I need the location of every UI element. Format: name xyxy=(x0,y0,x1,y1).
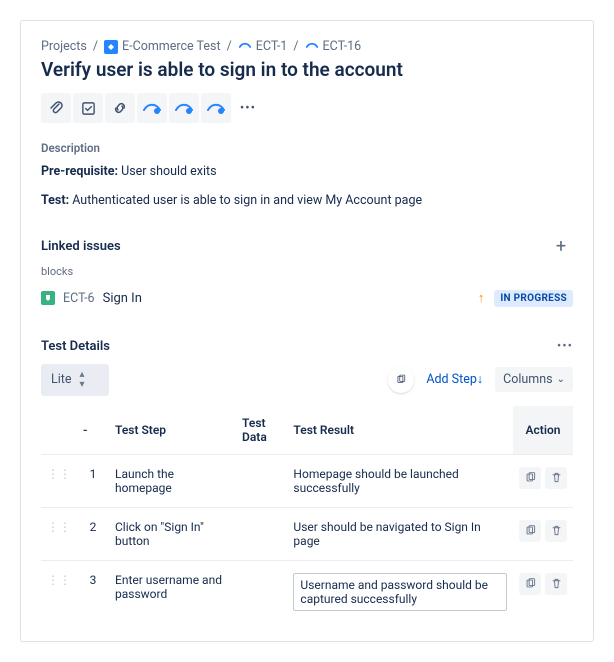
zephyr-action-1-button[interactable] xyxy=(137,93,167,123)
attach-button[interactable] xyxy=(41,93,71,123)
data-cell[interactable] xyxy=(236,454,287,507)
page-title[interactable]: Verify user is able to sign in to the ac… xyxy=(41,58,573,81)
copy-step-button[interactable] xyxy=(519,520,541,542)
copy-step-button[interactable] xyxy=(519,573,541,595)
select-caret-icon: ▴▾ xyxy=(80,370,85,390)
zephyr-action-2-button[interactable] xyxy=(169,93,199,123)
issue-actions-toolbar: ••• xyxy=(41,93,573,123)
zephyr-action-3-button[interactable] xyxy=(201,93,231,123)
step-number: 3 xyxy=(77,560,109,623)
create-subtask-button[interactable] xyxy=(73,93,103,123)
step-cell[interactable]: Enter username and password xyxy=(109,560,236,623)
delete-step-button[interactable] xyxy=(545,467,567,489)
test-details-more-button[interactable]: ••• xyxy=(557,339,573,354)
copy-steps-button[interactable] xyxy=(388,367,414,393)
add-link-button[interactable]: + xyxy=(549,235,573,259)
step-cell[interactable]: Click on "Sign In" button xyxy=(109,507,236,560)
prereq-text: User should exits xyxy=(121,164,216,179)
drag-handle-icon[interactable]: ⋮⋮ xyxy=(47,467,71,481)
test-details-controls: Lite ▴▾ Add Step↓ Columns ⌄ xyxy=(41,364,573,396)
breadcrumb: Projects / E-Commerce Test / ECT-1 / ECT… xyxy=(41,39,573,54)
col-result: Test Result xyxy=(287,406,513,455)
status-badge: IN PROGRESS xyxy=(494,290,573,307)
result-cell[interactable]: Username and password should be captured… xyxy=(293,573,507,611)
copy-step-button[interactable] xyxy=(519,467,541,489)
test-details-header: Test Details ••• xyxy=(41,339,573,354)
columns-button[interactable]: Columns ⌄ xyxy=(495,367,573,392)
priority-icon: ↑ xyxy=(478,290,485,306)
data-cell[interactable] xyxy=(236,507,287,560)
test-details-heading: Test Details xyxy=(41,339,110,354)
result-cell-wrap[interactable]: User should be navigated to Sign In page xyxy=(287,507,513,560)
result-cell-wrap[interactable]: Username and password should be captured… xyxy=(287,560,513,623)
linked-issues-heading: Linked issues xyxy=(41,239,121,254)
issue-panel: Projects / E-Commerce Test / ECT-1 / ECT… xyxy=(20,20,594,642)
chevron-down-icon: ⌄ xyxy=(557,374,565,385)
linked-issue-key: ECT-6 xyxy=(63,291,95,306)
data-cell[interactable] xyxy=(236,560,287,623)
link-issue-button[interactable] xyxy=(105,93,135,123)
add-step-button[interactable]: Add Step↓ xyxy=(418,367,491,392)
test-steps-table: - Test Step Test Data Test Result Action… xyxy=(41,406,573,623)
col-data: Test Data xyxy=(236,406,287,455)
result-cell-wrap[interactable]: Homepage should be launched successfully xyxy=(287,454,513,507)
breadcrumb-key[interactable]: ECT-16 xyxy=(323,39,362,54)
col-action: Action xyxy=(513,406,573,455)
test-text: Authenticated user is able to sign in an… xyxy=(72,193,422,208)
view-mode-select[interactable]: Lite ▴▾ xyxy=(41,364,109,396)
delete-step-button[interactable] xyxy=(545,573,567,595)
step-cell[interactable]: Launch the homepage xyxy=(109,454,236,507)
table-row: ⋮⋮ 3Enter username and password Username a… xyxy=(41,560,573,623)
view-mode-label: Lite xyxy=(51,372,72,387)
table-row: ⋮⋮ 2Click on "Sign In" button User should … xyxy=(41,507,573,560)
linked-issue-row[interactable]: ECT-6 Sign In ↑ IN PROGRESS xyxy=(41,284,573,313)
step-number: 1 xyxy=(77,454,109,507)
linked-issues-header: Linked issues + xyxy=(41,235,573,259)
step-number: 2 xyxy=(77,507,109,560)
description-heading: Description xyxy=(41,141,573,155)
linked-issue-title: Sign In xyxy=(103,291,478,306)
more-actions-button[interactable]: ••• xyxy=(233,93,263,123)
story-icon xyxy=(305,40,319,54)
delete-step-button[interactable] xyxy=(545,520,567,542)
project-avatar-icon xyxy=(104,40,118,54)
col-order: - xyxy=(77,406,109,455)
story-issuetype-icon xyxy=(41,291,55,305)
breadcrumb-project[interactable]: E-Commerce Test xyxy=(122,39,221,54)
breadcrumb-parent[interactable]: ECT-1 xyxy=(256,39,288,54)
col-step: Test Step xyxy=(109,406,236,455)
prereq-label: Pre-requisite: xyxy=(41,164,118,179)
drag-handle-icon[interactable]: ⋮⋮ xyxy=(47,520,71,534)
breadcrumb-root[interactable]: Projects xyxy=(41,39,87,54)
test-label: Test: xyxy=(41,193,69,208)
description-body[interactable]: Pre-requisite: User should exits Test: A… xyxy=(41,163,573,211)
table-row: ⋮⋮ 1Launch the homepage Homepage should be… xyxy=(41,454,573,507)
drag-handle-icon[interactable]: ⋮⋮ xyxy=(47,573,71,587)
link-relationship-label: blocks xyxy=(41,265,573,278)
story-icon xyxy=(238,40,252,54)
